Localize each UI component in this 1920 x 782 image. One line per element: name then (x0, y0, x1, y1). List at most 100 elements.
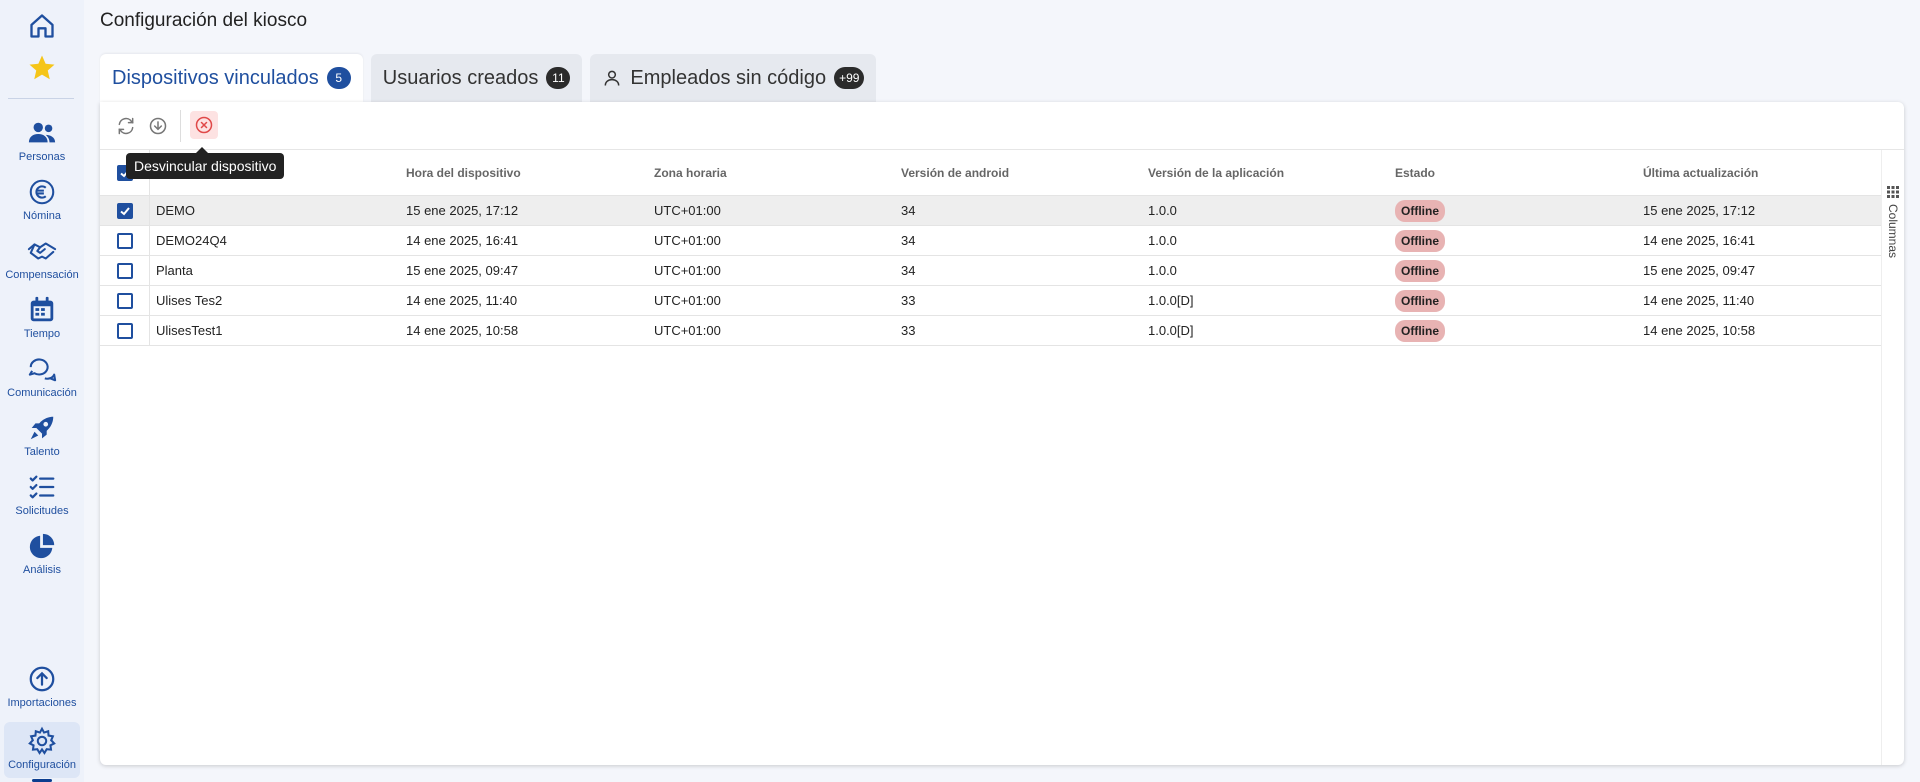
table-row[interactable]: DEMO24Q4 14 ene 2025, 16:41 UTC+01:00 34… (100, 226, 1882, 256)
device-name: Ulises Tes2 (156, 293, 223, 308)
device-time: 15 ene 2025, 09:47 (406, 263, 519, 278)
tab-label: Dispositivos vinculados (112, 66, 319, 89)
timezone: UTC+01:00 (654, 203, 721, 218)
sidebar-item-personas[interactable]: Personas (4, 114, 80, 170)
unlink-device-tooltip: Desvincular dispositivo (126, 147, 285, 179)
status-cell: Offline (1395, 196, 1445, 225)
column-header-app[interactable]: Versión de la aplicación (1148, 150, 1284, 195)
last-update: 14 ene 2025, 10:58 (1643, 323, 1756, 338)
device-name: DEMO (156, 203, 195, 218)
home-icon[interactable] (24, 8, 60, 44)
app-version: 1.0.0[D] (1148, 323, 1194, 338)
tab-usuarios-creados[interactable]: Usuarios creados 11 (370, 54, 583, 102)
tab-bar: Dispositivos vinculados 5 Usuarios cread… (100, 54, 877, 102)
sidebar-divider (8, 98, 74, 99)
device-time: 15 ene 2025, 17:12 (406, 203, 519, 218)
status-badge: Offline (1395, 289, 1445, 312)
row-checkbox[interactable] (116, 202, 133, 219)
column-header-android[interactable]: Versión de android (901, 150, 1009, 195)
tab-count-badge: 5 (326, 67, 351, 89)
app-version: 1.0.0 (1148, 263, 1177, 278)
euro-icon (29, 179, 55, 205)
pie-chart-icon (29, 533, 55, 559)
status-badge: Offline (1395, 229, 1445, 252)
timezone: UTC+01:00 (654, 293, 721, 308)
checklist-icon (29, 475, 55, 499)
toolbar (100, 102, 1904, 150)
handshake-icon (27, 242, 57, 260)
unlink-device-button[interactable] (190, 111, 218, 139)
android-version: 34 (901, 263, 916, 278)
star-icon[interactable] (24, 50, 60, 86)
download-icon (149, 117, 167, 135)
page-title: Configuración del kiosco (100, 10, 308, 31)
app-version: 1.0.0 (1148, 203, 1177, 218)
tab-dispositivos-vinculados[interactable]: Dispositivos vinculados 5 (100, 54, 363, 102)
sidebar-item-label: Personas (18, 151, 66, 163)
table-row[interactable]: Ulises Tes2 14 ene 2025, 11:40 UTC+01:00… (100, 286, 1882, 316)
upload-icon (29, 666, 55, 692)
row-checkbox[interactable] (116, 292, 133, 309)
sidebar: Personas Nómina Compensación Tiempo Comu… (0, 0, 84, 782)
sidebar-item-importaciones[interactable]: Importaciones (4, 660, 80, 716)
tab-empleados-sin-codigo[interactable]: Empleados sin código +99 (590, 54, 877, 102)
sidebar-item-tiempo[interactable]: Tiempo (4, 291, 80, 347)
devices-panel: Hora del dispositivo Zona horaria Versió… (100, 102, 1904, 765)
last-update: 15 ene 2025, 09:47 (1643, 263, 1756, 278)
check-icon (119, 206, 130, 215)
sidebar-item-solicitudes[interactable]: Solicitudes (4, 468, 80, 524)
sidebar-item-label: Configuración (8, 759, 76, 771)
device-name: DEMO24Q4 (156, 233, 227, 248)
row-checkbox-cell (100, 226, 150, 255)
sidebar-item-label: Comunicación (7, 387, 77, 399)
sidebar-item-compensacion[interactable]: Compensación (4, 232, 80, 288)
refresh-icon (118, 117, 134, 135)
sidebar-item-label: Talento (24, 446, 60, 458)
row-checkbox-cell (100, 196, 150, 225)
column-header-actualizacion[interactable]: Última actualización (1643, 150, 1758, 195)
person-icon (604, 70, 620, 86)
sidebar-item-comunicacion[interactable]: Comunicación (4, 350, 80, 406)
tab-label: Empleados sin código (630, 66, 827, 89)
sidebar-item-label: Importaciones (7, 697, 77, 709)
sidebar-item-label: Análisis (23, 564, 61, 576)
column-header-estado[interactable]: Estado (1395, 150, 1435, 195)
app-version: 1.0.0[D] (1148, 293, 1194, 308)
sidebar-item-configuracion[interactable]: Configuración (4, 722, 80, 782)
column-header-zona[interactable]: Zona horaria (654, 150, 727, 195)
row-checkbox[interactable] (116, 322, 133, 339)
sidebar-item-talento[interactable]: Talento (4, 409, 80, 465)
row-checkbox-cell (100, 256, 150, 285)
sidebar-item-label: Tiempo (23, 328, 61, 340)
row-checkbox[interactable] (116, 232, 133, 249)
gear-icon (28, 726, 56, 755)
device-time: 14 ene 2025, 10:58 (406, 323, 519, 338)
table-row[interactable]: UlisesTest1 14 ene 2025, 10:58 UTC+01:00… (100, 316, 1882, 346)
chat-icon (28, 358, 57, 382)
columns-toggle[interactable]: Columnas (1882, 150, 1904, 290)
sidebar-item-nomina[interactable]: Nómina (4, 173, 80, 229)
last-update: 14 ene 2025, 11:40 (1643, 293, 1755, 308)
download-button[interactable] (146, 114, 170, 138)
close-circle-icon (195, 116, 213, 134)
row-checkbox[interactable] (116, 262, 133, 279)
last-update: 14 ene 2025, 16:41 (1643, 233, 1756, 248)
timezone: UTC+01:00 (654, 323, 721, 338)
sidebar-item-label: Compensación (5, 269, 79, 281)
sidebar-item-analisis[interactable]: Análisis (4, 527, 80, 583)
status-cell: Offline (1395, 226, 1445, 255)
table-row[interactable]: DEMO 15 ene 2025, 17:12 UTC+01:00 34 1.0… (100, 196, 1882, 226)
timezone: UTC+01:00 (654, 233, 721, 248)
android-version: 33 (901, 293, 916, 308)
device-time: 14 ene 2025, 16:41 (406, 233, 519, 248)
device-time: 14 ene 2025, 11:40 (406, 293, 518, 308)
people-icon (28, 122, 56, 143)
table-row[interactable]: Planta 15 ene 2025, 09:47 UTC+01:00 34 1… (100, 256, 1882, 286)
column-header-hora[interactable]: Hora del dispositivo (406, 150, 521, 195)
refresh-button[interactable] (114, 114, 138, 138)
sidebar-item-label: Solicitudes (15, 505, 69, 517)
last-update: 15 ene 2025, 17:12 (1643, 203, 1756, 218)
status-badge: Offline (1395, 199, 1445, 222)
android-version: 34 (901, 203, 916, 218)
row-checkbox-cell (100, 286, 150, 315)
